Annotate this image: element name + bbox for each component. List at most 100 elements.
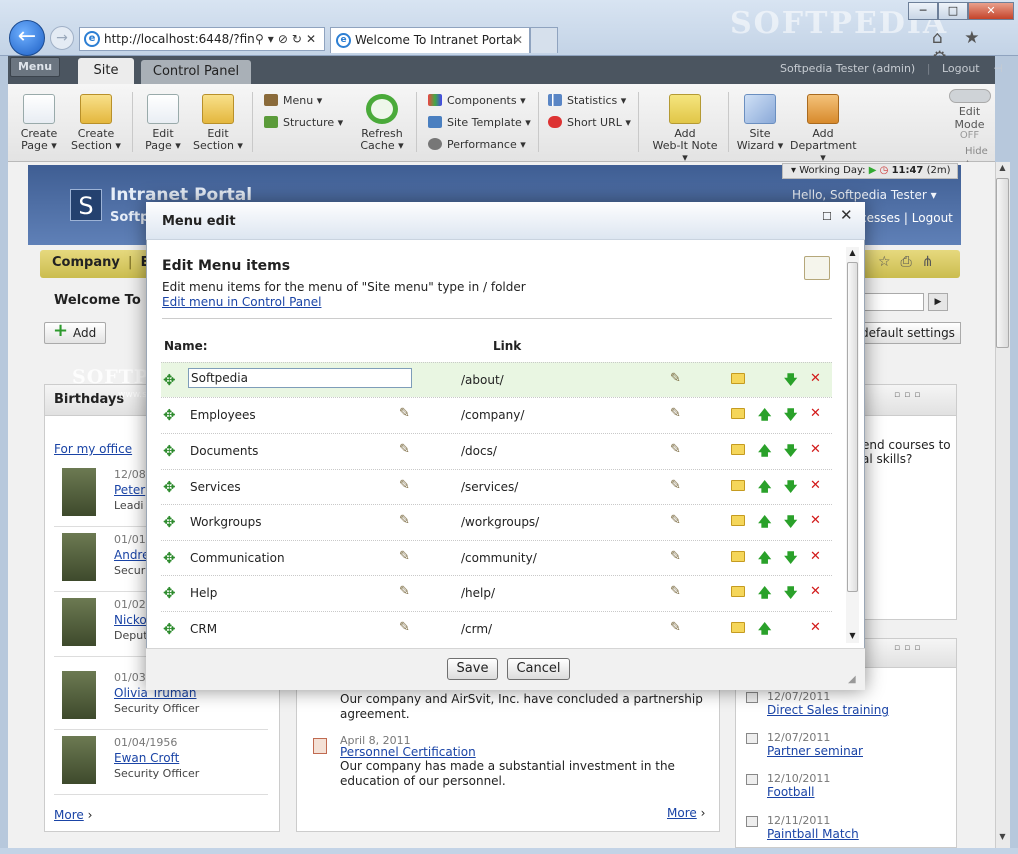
avatar[interactable] [62,468,96,516]
delete-item-icon[interactable]: ✕ [810,442,821,457]
event-title-link[interactable]: Paintball Match [767,827,859,841]
edit-link-pencil-icon[interactable]: ✎ [670,513,681,528]
edit-mode-toggle[interactable]: Edit Mode OFF [944,89,995,141]
menu-item-name[interactable]: Services [190,480,241,494]
search-input[interactable] [860,293,924,311]
search-go-button[interactable]: ▶ [928,293,948,311]
move-down-arrow-icon[interactable]: 🡇 [784,478,797,500]
delete-item-icon[interactable]: ✕ [810,620,821,635]
move-up-arrow-icon[interactable]: 🡅 [758,620,771,642]
person-name-link[interactable]: Peter [114,483,145,497]
add-webit-note-button[interactable]: Add Web-It Note ▾ [648,94,722,164]
save-button[interactable]: Save [447,658,498,680]
delete-item-icon[interactable]: ✕ [810,584,821,599]
drag-move-icon[interactable]: ✥ [163,513,176,531]
short-url-dropdown[interactable]: Short URL ▾ [548,116,631,129]
drag-move-icon[interactable]: ✥ [163,549,176,567]
drag-move-icon[interactable]: ✥ [163,371,176,389]
menu-item-link[interactable]: /help/ [461,586,495,600]
dialog-maximize-icon[interactable]: ☐ [822,210,832,223]
move-up-arrow-icon[interactable]: 🡅 [758,442,771,464]
move-up-arrow-icon[interactable]: 🡅 [758,478,771,500]
event-title-link[interactable]: Direct Sales training [767,703,889,717]
working-day-bar[interactable]: ▾ Working Day: ▶ ◷ 11:47 (2m) [782,163,958,179]
avatar[interactable] [62,736,96,784]
edit-name-pencil-icon[interactable]: ✎ [399,620,410,635]
page-scrollbar-thumb[interactable] [996,178,1009,348]
more-label[interactable]: More [667,806,697,820]
edit-mode-switch[interactable] [948,89,991,103]
more-label[interactable]: More [54,808,84,822]
statistics-dropdown[interactable]: Statistics ▾ [548,94,626,107]
move-down-arrow-icon[interactable]: 🡇 [784,584,797,606]
move-up-arrow-icon[interactable]: 🡅 [758,513,771,535]
browse-folder-icon[interactable] [731,408,745,419]
person-name-link[interactable]: Andre [114,548,149,562]
hello-user[interactable]: Hello, Softpedia Tester ▾ [792,188,937,202]
drag-move-icon[interactable]: ✥ [163,620,176,638]
edit-link-pencil-icon[interactable]: ✎ [670,371,681,386]
menu-item-name[interactable]: Workgroups [190,515,262,529]
menu-item-name[interactable]: Communication [190,551,285,565]
event-title-link[interactable]: Partner seminar [767,744,863,758]
edit-page-button[interactable]: Edit Page ▾ [142,94,184,152]
dialog-close-icon[interactable]: ✕ [840,206,853,224]
edit-link-pencil-icon[interactable]: ✎ [670,549,681,564]
delete-item-icon[interactable]: ✕ [810,478,821,493]
resize-grip-icon[interactable]: ◢ [848,674,856,685]
delete-item-icon[interactable]: ✕ [810,406,821,421]
site-template-dropdown[interactable]: Site Template ▾ [428,116,531,129]
menu-item-link[interactable]: /workgroups/ [461,515,539,529]
person-name-link[interactable]: Ewan Croft [114,751,179,765]
pin-icon[interactable]: ⊣ [993,62,1003,75]
move-up-arrow-icon[interactable]: 🡅 [758,406,771,428]
browse-folder-icon[interactable] [731,551,745,562]
menu-item-name[interactable]: CRM [190,622,217,636]
edit-name-pencil-icon[interactable]: ✎ [399,478,410,493]
edit-link-pencil-icon[interactable]: ✎ [670,442,681,457]
edit-name-pencil-icon[interactable]: ✎ [399,513,410,528]
event-title-link[interactable]: Football [767,785,815,799]
menu-item-name[interactable]: Documents [190,444,258,458]
structure-dropdown[interactable]: Structure ▾ [264,116,343,129]
close-window-button[interactable]: ✕ [968,2,1014,20]
avatar[interactable] [62,598,96,646]
scroll-up-arrow[interactable]: ▲ [996,163,1009,177]
delete-item-icon[interactable]: ✕ [810,513,821,528]
menu-item-name-input[interactable] [188,368,412,388]
move-up-arrow-icon[interactable]: 🡅 [758,549,771,571]
move-up-arrow-icon[interactable]: 🡅 [758,584,771,606]
widget-controls[interactable]: ▫▫▫ [894,643,924,653]
edit-link-pencil-icon[interactable]: ✎ [670,584,681,599]
forward-button[interactable]: → [50,26,74,50]
maximize-button[interactable]: □ [938,2,968,20]
edit-link-pencil-icon[interactable]: ✎ [670,478,681,493]
create-page-button[interactable]: Create Page ▾ [18,94,60,152]
panel-logout-link[interactable]: Logout [942,62,980,75]
browser-tab[interactable]: e Welcome To Intranet Portal ✕ [330,27,530,53]
scroll-down-arrow[interactable]: ▼ [996,832,1009,846]
edit-section-button[interactable]: Edit Section ▾ [192,94,244,152]
browse-folder-icon[interactable] [731,444,745,455]
menu-item-name[interactable]: Help [190,586,217,600]
move-down-arrow-icon[interactable]: 🡇 [784,549,797,571]
for-my-office-link[interactable]: For my office [54,442,132,456]
play-icon[interactable]: ▶ [869,165,877,176]
menu-item-link[interactable]: /about/ [461,373,504,387]
drag-move-icon[interactable]: ✥ [163,478,176,496]
new-tab-button[interactable] [530,27,558,53]
edit-link-pencil-icon[interactable]: ✎ [670,406,681,421]
nav-item-company[interactable]: Company|E [52,255,149,270]
components-dropdown[interactable]: Components ▾ [428,94,526,107]
site-wizard-button[interactable]: Site Wizard ▾ [736,94,784,152]
back-button[interactable]: ← [9,20,45,56]
minimize-button[interactable]: ─ [908,2,938,20]
person-name-link[interactable]: Nicko [114,613,147,627]
delete-item-icon[interactable]: ✕ [810,371,821,386]
menu-item-link[interactable]: /community/ [461,551,537,565]
panel-menu-button[interactable]: Menu [10,57,60,77]
portal-logo[interactable]: S [70,189,102,221]
browse-folder-icon[interactable] [731,515,745,526]
browse-folder-icon[interactable] [731,622,745,633]
move-down-arrow-icon[interactable]: 🡇 [784,406,797,428]
